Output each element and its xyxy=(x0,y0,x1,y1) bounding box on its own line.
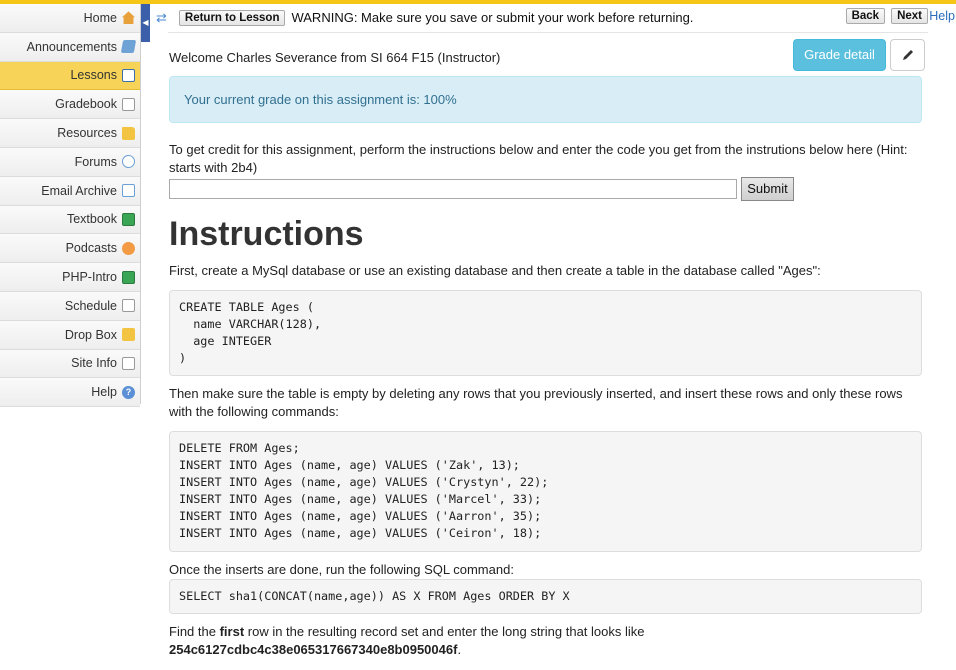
announcements-icon xyxy=(120,40,137,54)
book-icon xyxy=(122,68,135,82)
folder-icon xyxy=(122,126,135,140)
sidebar-item-label: Announcements xyxy=(26,39,117,54)
sidebar-item-home[interactable]: Home xyxy=(0,4,140,33)
step-find-row-text: Find the first row in the resulting reco… xyxy=(169,623,923,659)
sidebar-item-textbook[interactable]: Textbook xyxy=(0,205,140,235)
sidebar-item-site-info[interactable]: Site Info xyxy=(0,349,140,379)
sidebar-item-drop-box[interactable]: Drop Box xyxy=(0,320,140,350)
help-link[interactable]: Help xyxy=(929,9,955,23)
sidebar-item-help[interactable]: Help ? xyxy=(0,378,140,408)
sidebar-item-label: Lessons xyxy=(70,68,117,83)
back-button[interactable]: Back xyxy=(845,8,886,24)
find-row-emphasis: first xyxy=(219,624,245,639)
step-run-query-text: Once the inserts are done, run the follo… xyxy=(169,562,514,577)
sidebar-item-schedule[interactable]: Schedule xyxy=(0,291,140,321)
sidebar: Home Announcements Lessons Gradebook Res… xyxy=(0,4,141,408)
lesson-navigation: Back Next xyxy=(845,8,928,24)
sidebar-item-lessons[interactable]: Lessons xyxy=(0,61,140,91)
dropbox-icon xyxy=(122,328,135,342)
insert-rows-code: DELETE FROM Ages; INSERT INTO Ages (name… xyxy=(169,431,922,552)
welcome-message: Welcome Charles Severance from SI 664 F1… xyxy=(169,50,501,65)
gradebook-icon xyxy=(122,97,135,111)
edit-button[interactable] xyxy=(890,39,925,71)
textbook-icon xyxy=(122,212,135,226)
toolbar-divider xyxy=(168,32,928,33)
credit-instructions: To get credit for this assignment, perfo… xyxy=(169,142,908,175)
sidebar-item-gradebook[interactable]: Gradebook xyxy=(0,90,140,120)
find-row-text-c: row in the resulting record set and ente… xyxy=(244,624,645,639)
help-icon: ? xyxy=(122,385,135,399)
sidebar-item-announcements[interactable]: Announcements xyxy=(0,32,140,62)
submit-button[interactable]: Submit xyxy=(741,177,794,201)
sidebar-item-label: Site Info xyxy=(71,356,117,371)
sidebar-item-email-archive[interactable]: Email Archive xyxy=(0,176,140,206)
collapse-sidebar-toggle[interactable]: ◀ xyxy=(141,4,150,42)
sidebar-item-label: PHP-Intro xyxy=(62,270,117,285)
find-row-text-a: Find the xyxy=(169,624,220,639)
sidebar-item-label: Forums xyxy=(74,154,117,169)
php-intro-icon xyxy=(122,270,135,284)
calendar-icon xyxy=(122,299,135,313)
podcast-icon xyxy=(122,241,135,255)
grade-alert: Your current grade on this assignment is… xyxy=(169,76,922,123)
select-query-code: SELECT sha1(CONCAT(name,age)) AS X FROM … xyxy=(169,579,922,614)
speech-bubble-icon xyxy=(122,155,135,169)
sidebar-item-label: Schedule xyxy=(64,298,117,313)
step-insert-rows-text: Then make sure the table is empty by del… xyxy=(169,386,903,419)
sidebar-item-forums[interactable]: Forums xyxy=(0,147,140,177)
sidebar-item-label: Email Archive xyxy=(41,183,117,198)
swap-arrows-icon[interactable]: ⇄ xyxy=(156,10,167,26)
sidebar-item-podcasts[interactable]: Podcasts xyxy=(0,234,140,264)
sidebar-item-label: Help xyxy=(91,385,117,400)
sidebar-item-label: Home xyxy=(83,10,117,25)
sidebar-item-label: Resources xyxy=(57,126,117,141)
home-icon xyxy=(122,11,135,25)
site-info-icon xyxy=(122,356,135,370)
next-button[interactable]: Next xyxy=(891,8,928,24)
sidebar-item-resources[interactable]: Resources xyxy=(0,119,140,148)
instructions-heading: Instructions xyxy=(169,215,364,253)
save-warning: WARNING: Make sure you save or submit yo… xyxy=(291,10,694,25)
sidebar-item-label: Textbook xyxy=(66,212,117,227)
create-table-code: CREATE TABLE Ages ( name VARCHAR(128), a… xyxy=(169,290,922,376)
example-hash: 254c6127cdbc4c38e065317667340e8b0950046f xyxy=(169,642,458,657)
tool-toolbar: ⇄ Return to Lesson WARNING: Make sure yo… xyxy=(152,4,956,31)
sidebar-item-label: Podcasts xyxy=(65,241,117,256)
find-row-text-end: . xyxy=(457,642,462,657)
sidebar-item-php-intro[interactable]: PHP-Intro xyxy=(0,263,140,292)
grade-detail-button[interactable]: Grade detail xyxy=(793,39,886,71)
sidebar-item-label: Gradebook xyxy=(55,97,117,112)
return-to-lesson-button[interactable]: Return to Lesson xyxy=(178,9,286,26)
pencil-icon xyxy=(902,50,913,60)
sidebar-item-label: Drop Box xyxy=(64,327,117,342)
step-create-table-text: First, create a MySql database or use an… xyxy=(169,263,821,278)
envelope-icon xyxy=(122,184,135,198)
code-input[interactable] xyxy=(169,179,737,199)
